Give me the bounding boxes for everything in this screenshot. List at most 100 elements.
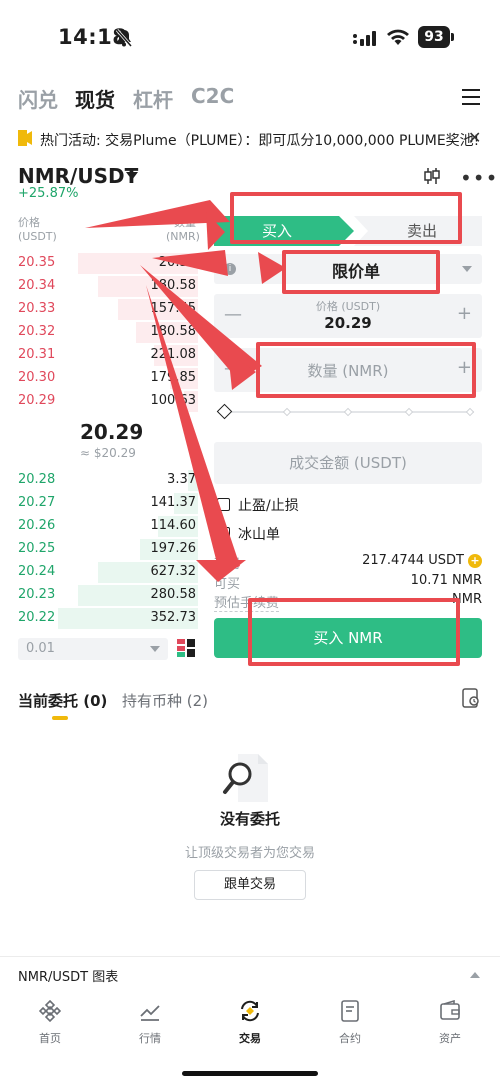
last-price-usd: ≈ $20.29	[80, 446, 136, 460]
tab-spot[interactable]: 现货	[75, 84, 115, 113]
nav-home[interactable]: 首页	[18, 1000, 82, 1046]
slider-handle[interactable]	[216, 403, 233, 420]
deposit-plus-icon[interactable]: +	[468, 554, 482, 568]
announcement-text[interactable]: 热门活动: 交易Plume（PLUME）：即可瓜分10,000,000 PLUM…	[40, 130, 479, 150]
can-buy-value: 10.71 NMR	[410, 573, 482, 588]
battery-level: 93	[418, 26, 450, 48]
announcement-icon	[18, 130, 32, 146]
slider-mark-100[interactable]	[465, 407, 475, 417]
price-header: 价格	[18, 216, 40, 229]
qty-unit: (NMR)	[166, 230, 200, 243]
ask-qty: 180.58	[150, 278, 197, 293]
ask-qty: 221.08	[150, 347, 197, 362]
wifi-icon	[387, 29, 409, 45]
nav-markets[interactable]: 行情	[118, 1000, 182, 1046]
bid-row[interactable]: 20.26 114.60	[18, 515, 198, 538]
ask-row[interactable]: 20.33 157.55	[18, 298, 198, 321]
nav-trade[interactable]: 交易	[218, 1000, 282, 1046]
depth-value: 0.01	[26, 641, 55, 656]
tab-holdings[interactable]: 持有币种 (2)	[122, 690, 208, 711]
candlestick-chart-icon[interactable]	[422, 166, 442, 186]
tab-flash-convert[interactable]: 闪兑	[18, 84, 58, 113]
bid-price: 20.27	[18, 495, 56, 510]
more-options-icon[interactable]: •••	[460, 166, 498, 190]
bid-row[interactable]: 20.24 627.32	[18, 561, 198, 584]
available-label: 可用	[214, 557, 241, 572]
close-icon[interactable]: ✕	[468, 128, 481, 147]
price-value[interactable]: 20.29	[214, 314, 482, 332]
nav-home-label: 首页	[39, 1032, 61, 1045]
bid-row[interactable]: 20.23 280.58	[18, 584, 198, 607]
iceberg-label[interactable]: 冰山单	[238, 524, 280, 544]
menu-icon[interactable]	[462, 89, 480, 105]
nav-assets-label: 资产	[439, 1032, 461, 1045]
tab-margin[interactable]: 杠杆	[133, 84, 173, 113]
iceberg-checkbox[interactable]	[217, 527, 230, 540]
bid-price: 20.24	[18, 564, 56, 579]
home-icon	[39, 1000, 61, 1022]
bid-row[interactable]: 20.27 141.37	[18, 492, 198, 515]
ask-qty: 100.63	[150, 393, 197, 408]
bid-price: 20.22	[18, 610, 56, 625]
bid-price: 20.25	[18, 541, 56, 556]
nav-futures[interactable]: 合约	[318, 1000, 382, 1046]
empty-state-subtitle: 让顶级交易者为您交易	[184, 846, 315, 861]
nav-markets-label: 行情	[139, 1032, 161, 1045]
annotation-box-buy-tab	[230, 192, 462, 244]
ask-qty: 20.32	[158, 255, 196, 270]
bid-qty: 197.26	[150, 541, 197, 556]
markets-icon	[140, 1005, 160, 1021]
info-icon[interactable]: i	[224, 263, 236, 275]
bid-qty: 141.37	[150, 495, 197, 510]
ask-row[interactable]: 20.30 179.85	[18, 367, 198, 390]
tab-c2c[interactable]: C2C	[191, 84, 234, 108]
cellular-signal-icon	[353, 31, 376, 46]
tab-open-orders[interactable]: 当前委托 (0)	[18, 690, 107, 711]
ask-qty: 157.55	[150, 301, 197, 316]
slider-mark-25[interactable]	[282, 407, 292, 417]
bid-qty: 3.37	[167, 472, 196, 487]
trade-icon	[241, 1000, 259, 1022]
tp-sl-checkbox[interactable]	[217, 498, 230, 511]
ask-price: 20.30	[18, 370, 56, 385]
available-value: 217.4744 USDT	[362, 553, 464, 568]
ask-price: 20.33	[18, 301, 56, 316]
amount-placeholder[interactable]: 成交金额 (USDT)	[214, 452, 482, 473]
chevron-down-icon[interactable]	[126, 172, 138, 180]
nav-assets[interactable]: 资产	[418, 1000, 482, 1046]
bid-row[interactable]: 20.25 197.26	[18, 538, 198, 561]
bell-muted-icon	[115, 29, 133, 47]
annotation-box-order-type	[282, 250, 440, 294]
can-buy-label: 可买	[214, 577, 241, 592]
pair-selector[interactable]: NMR/USDT	[18, 164, 138, 188]
bid-row[interactable]: 20.28 3.37	[18, 469, 198, 492]
tp-sl-label[interactable]: 止盈/止损	[238, 495, 299, 515]
order-history-icon[interactable]	[462, 688, 480, 708]
slider-mark-50[interactable]	[343, 407, 353, 417]
ask-price: 20.35	[18, 255, 56, 270]
ask-row[interactable]: 20.29 100.63	[18, 390, 198, 413]
home-indicator	[182, 1071, 318, 1076]
divider	[0, 956, 500, 957]
bid-row[interactable]: 20.22 352.73	[18, 607, 198, 630]
copy-trade-button[interactable]: 跟单交易	[194, 870, 306, 900]
ask-row[interactable]: 20.32 180.58	[18, 321, 198, 344]
chevron-down-icon[interactable]	[462, 266, 472, 272]
ask-row[interactable]: 20.34 180.58	[18, 275, 198, 298]
last-price: 20.29	[80, 420, 144, 444]
futures-icon	[341, 1000, 359, 1022]
wallet-icon	[440, 1000, 460, 1020]
chart-toggle-label[interactable]: NMR/USDT 图表	[18, 966, 118, 985]
ask-row[interactable]: 20.31 221.08	[18, 344, 198, 367]
chevron-down-icon	[150, 646, 160, 652]
slider-mark-75[interactable]	[404, 407, 414, 417]
orderbook-layout-icon[interactable]	[176, 638, 196, 658]
chevron-up-icon[interactable]	[470, 972, 480, 978]
depth-precision-select[interactable]: 0.01	[18, 638, 168, 660]
nav-trade-label: 交易	[239, 1032, 261, 1045]
no-orders-icon	[223, 754, 268, 802]
bid-qty: 280.58	[150, 587, 197, 602]
empty-state-title: 没有委托	[219, 810, 280, 828]
ask-row[interactable]: 20.35 20.32	[18, 252, 198, 275]
bid-qty: 627.32	[150, 564, 197, 579]
